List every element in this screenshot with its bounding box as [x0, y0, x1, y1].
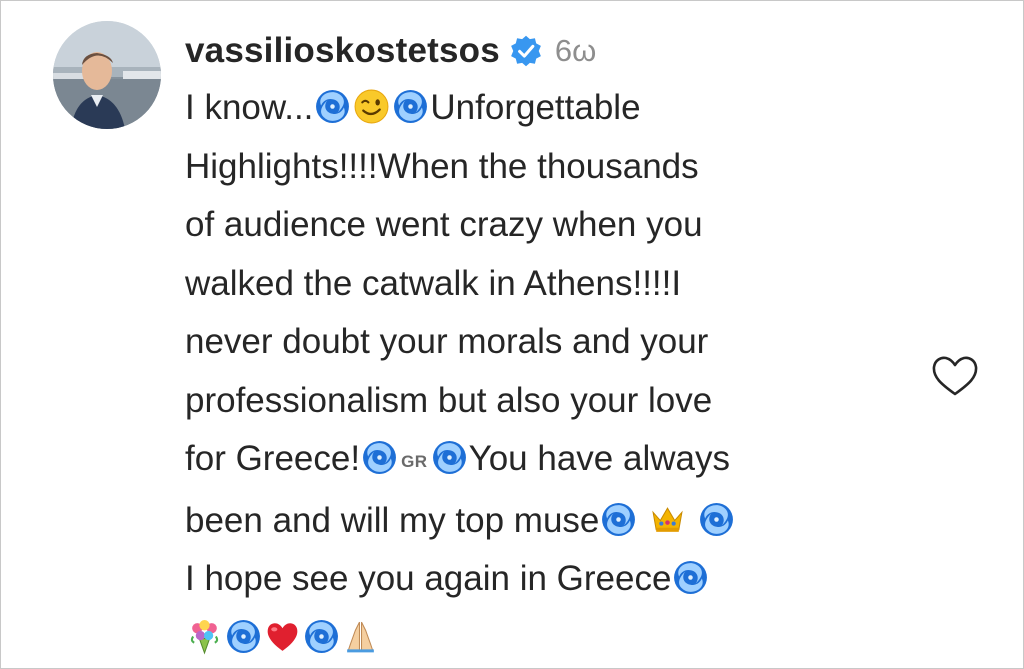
verified-badge-icon — [511, 35, 541, 67]
cyclone-icon — [303, 618, 340, 655]
crown-icon — [649, 501, 686, 538]
text-segment: I hope see you again in Greece — [185, 559, 672, 598]
comment-line-1: I know... Unforgettable — [185, 79, 905, 138]
greece-flag-icon: GR — [401, 452, 428, 471]
cyclone-icon — [314, 88, 351, 125]
comment-line-4: walked the catwalk in Athens!!!!I — [185, 263, 682, 303]
timestamp[interactable]: 6ω — [555, 33, 596, 69]
comment-line-8: been and will my top muse — [185, 492, 905, 551]
cyclone-icon — [361, 439, 398, 476]
cyclone-icon — [698, 501, 735, 538]
text-segment: been and will my top muse — [185, 500, 600, 540]
cyclone-icon — [225, 618, 262, 655]
comment-card: vassilioskostetsos 6ω I know... Unforgett… — [0, 0, 1024, 669]
text-segment: Unforgettable — [430, 88, 641, 127]
cyclone-icon — [672, 559, 709, 596]
text-segment: I know... — [185, 88, 314, 127]
cyclone-icon — [600, 501, 637, 538]
like-button[interactable] — [929, 353, 981, 399]
text-segment: for Greece! — [185, 439, 361, 478]
profile-photo — [53, 21, 161, 129]
comment-line-7: for Greece! GR You have always — [185, 430, 905, 492]
username[interactable]: vassilioskostetsos — [185, 31, 500, 71]
avatar[interactable] — [53, 21, 161, 129]
comment-line-10 — [185, 609, 905, 668]
comment: vassilioskostetsos 6ω I know... Unforgett… — [185, 23, 905, 667]
comment-header: vassilioskostetsos 6ω — [185, 23, 905, 79]
comment-line-6: professionalism but also your love — [185, 380, 713, 420]
comment-line-2: Highlights!!!!When the thousands — [185, 146, 699, 186]
text-segment: You have always — [468, 439, 730, 478]
bouquet-icon — [186, 618, 223, 655]
folded-hands-icon — [342, 618, 379, 655]
winking-face-icon — [353, 88, 390, 125]
comment-line-5: never doubt your morals and your — [185, 322, 709, 361]
red-heart-icon — [264, 618, 301, 655]
cyclone-icon — [431, 439, 468, 476]
cyclone-icon — [392, 88, 429, 125]
comment-text: I know... Unforgettable Highlights!!!!Whe… — [185, 79, 905, 667]
comment-line-9: I hope see you again in Greece — [185, 550, 905, 609]
heart-outline-icon — [932, 356, 978, 396]
comment-line-3: of audience went crazy when you — [185, 205, 703, 244]
